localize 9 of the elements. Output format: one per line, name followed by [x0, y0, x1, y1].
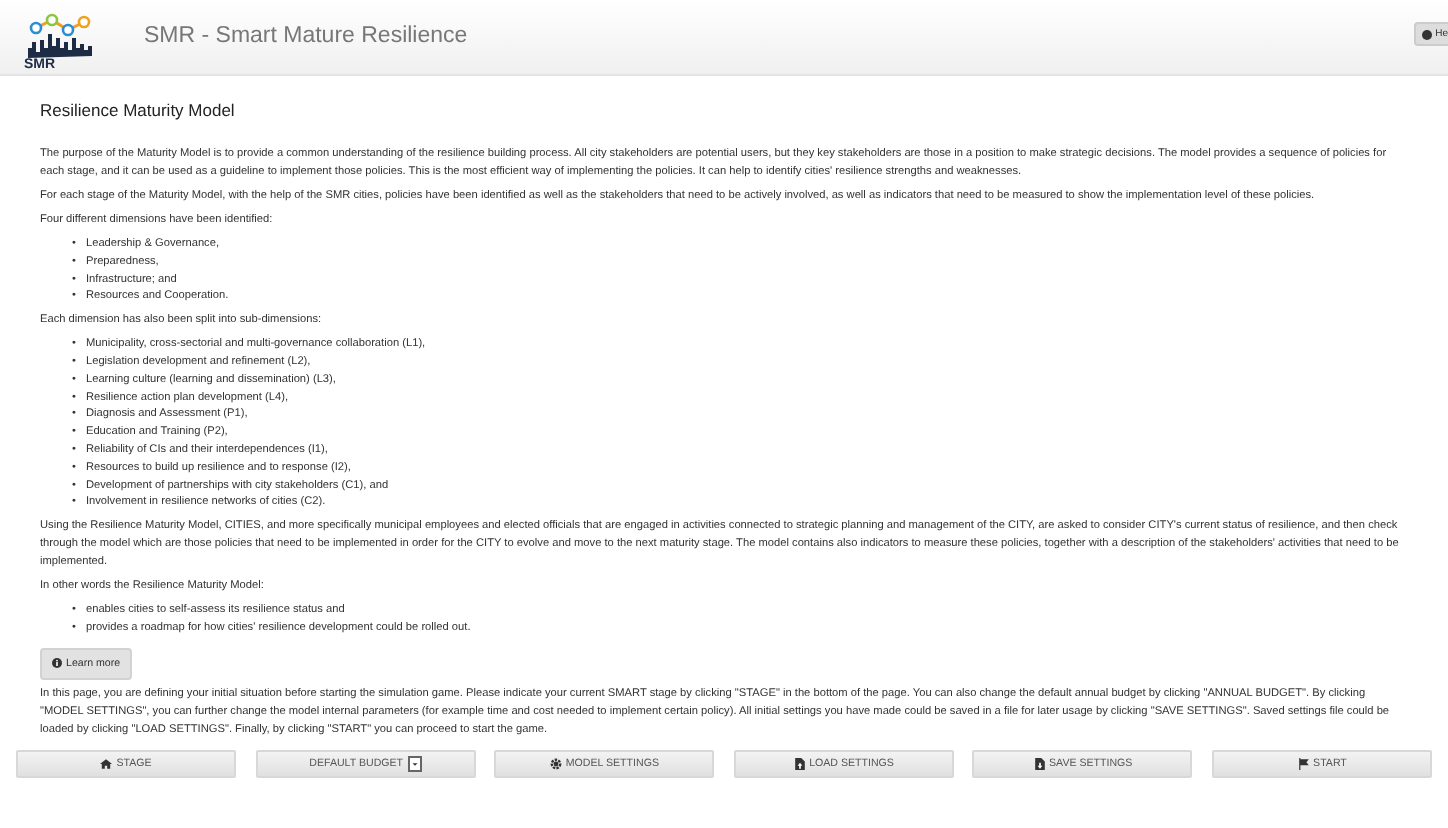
- home-icon: [100, 757, 113, 770]
- file-upload-icon: [793, 757, 806, 770]
- flag-icon: [1297, 757, 1310, 770]
- file-save-icon: [1033, 757, 1046, 770]
- info-icon: [52, 658, 62, 669]
- settings-icon: [549, 757, 562, 770]
- caret-icon: [407, 755, 422, 772]
- page-title: Resilience Maturity Model: [40, 102, 237, 120]
- app-title: SMR - Smart Mature Resilience: [144, 24, 468, 48]
